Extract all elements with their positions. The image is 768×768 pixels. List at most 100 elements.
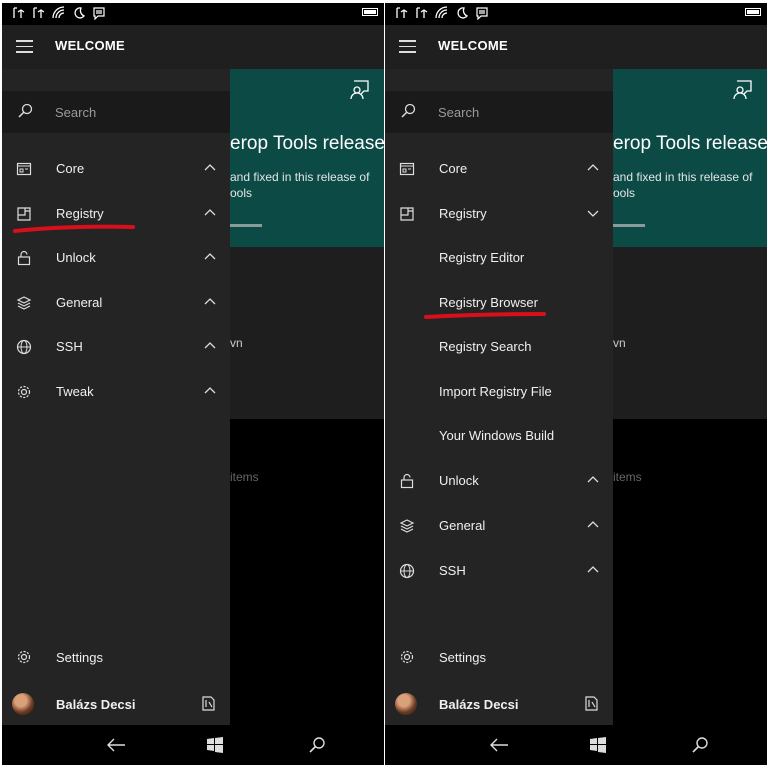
card-text: and fixed in this release of ools [230,170,370,200]
sim1-signal-icon [395,6,409,20]
core-icon [16,162,32,176]
chevron-up-icon[interactable] [204,163,216,173]
chevron-up-icon[interactable] [587,520,599,530]
hamburger-menu-icon[interactable] [399,40,416,53]
hamburger-menu-icon[interactable] [16,40,33,53]
battery-icon [745,8,761,16]
chevron-up-icon[interactable] [587,565,599,575]
search-box[interactable]: Search [385,91,613,133]
chevron-up-icon[interactable] [204,386,216,396]
app-header: WELCOME [2,25,384,69]
nav-item-label: Registry [439,206,487,221]
navigation-pane: Search Core Registry Registry Editor Reg… [385,69,613,725]
quiet-hours-icon [72,6,86,20]
wifi-icon [52,6,66,20]
red-annotation-underline [424,312,546,319]
back-arrow-icon[interactable] [489,737,509,753]
phone-screen-left: WELCOME erop Tools release? and fixed in… [2,3,384,765]
nav-item-tweak[interactable]: Tweak [2,370,230,414]
registry-icon [17,207,31,221]
nav-item-unlock[interactable]: Unlock [385,459,613,503]
globe-icon [399,563,415,579]
nav-item-label: SSH [439,563,466,578]
chevron-up-icon[interactable] [204,252,216,262]
nav-item-ssh[interactable]: SSH [2,325,230,369]
globe-icon [16,339,32,355]
nav-item-unlock[interactable]: Unlock [2,236,230,280]
chevron-down-icon[interactable] [587,208,599,218]
nav-subitem-import-registry-file[interactable]: Import Registry File [385,370,613,414]
wifi-icon [435,6,449,20]
search-icon [18,103,33,118]
gear-icon [17,385,31,399]
message-icon [475,6,489,21]
nav-subitem-label: Registry Search [439,339,532,354]
red-annotation-underline [13,224,135,233]
search-icon[interactable] [691,736,709,754]
nav-item-general[interactable]: General [2,281,230,325]
back-arrow-icon[interactable] [106,737,126,753]
nav-item-core[interactable]: Core [385,147,613,191]
nav-item-label: Unlock [56,250,96,265]
nav-item-label: Tweak [56,384,94,399]
avatar [395,693,417,715]
lock-icon [400,473,414,489]
chevron-up-icon[interactable] [587,475,599,485]
nav-item-general[interactable]: General [385,504,613,548]
nav-subitem-registry-editor[interactable]: Registry Editor [385,236,613,280]
user-account[interactable]: Balázs Decsi [2,691,230,725]
nav-subitem-windows-build[interactable]: Your Windows Build [385,414,613,458]
navigation-pane: Search Core Registry Unlock General SSH [2,69,230,725]
nav-item-registry[interactable]: Registry [385,192,613,236]
settings-item[interactable]: Settings [2,635,230,679]
card-text: and fixed in this release of ools [613,170,753,200]
registry-icon [400,207,414,221]
sim1-signal-icon [12,6,26,20]
chevron-up-icon[interactable] [204,341,216,351]
status-bar [385,3,767,25]
nav-item-label: Unlock [439,473,479,488]
card-progress [613,224,645,227]
phone-screen-right: WELCOME erop Tools release? and fixed in… [385,3,767,765]
chevron-up-icon[interactable] [204,208,216,218]
search-icon[interactable] [308,736,326,754]
avatar [12,693,34,715]
search-placeholder: Search [55,105,97,120]
card-title: erop Tools release? [613,133,767,154]
gear-icon [17,650,31,664]
nav-subitem-label: Import Registry File [439,384,552,399]
search-placeholder: Search [438,105,480,120]
nav-subitem-label: Registry Browser [439,295,538,310]
search-box[interactable]: Search [2,91,230,133]
nav-item-core[interactable]: Core [2,147,230,191]
settings-item[interactable]: Settings [385,635,613,679]
lock-icon [17,250,31,266]
feedback-icon[interactable] [348,79,370,101]
card-progress [230,224,262,227]
nav-item-label: General [439,518,486,533]
user-account[interactable]: Balázs Decsi [385,691,613,725]
nav-subitem-label: Your Windows Build [439,428,555,443]
release-card[interactable]: erop Tools release? and fixed in this re… [230,69,384,247]
layers-icon [16,296,32,310]
windows-logo-icon[interactable] [207,737,223,753]
core-icon [399,162,415,176]
background-fragment-items: items [613,470,642,484]
contact-card-icon[interactable] [201,696,216,711]
windows-logo-icon[interactable] [590,737,606,753]
background-fragment-items: items [230,470,259,484]
chevron-up-icon[interactable] [587,163,599,173]
nav-item-ssh[interactable]: SSH [385,549,613,593]
nav-item-label: SSH [56,339,83,354]
user-name: Balázs Decsi [439,697,519,712]
page-title: WELCOME [55,38,125,53]
contact-card-icon[interactable] [584,696,599,711]
chevron-up-icon[interactable] [204,297,216,307]
search-icon [401,103,416,118]
release-card[interactable]: erop Tools release? and fixed in this re… [613,69,767,247]
nav-item-label: Core [56,161,85,176]
status-bar [2,3,384,25]
feedback-icon[interactable] [731,79,753,101]
layers-icon [399,519,415,533]
nav-subitem-registry-search[interactable]: Registry Search [385,325,613,369]
